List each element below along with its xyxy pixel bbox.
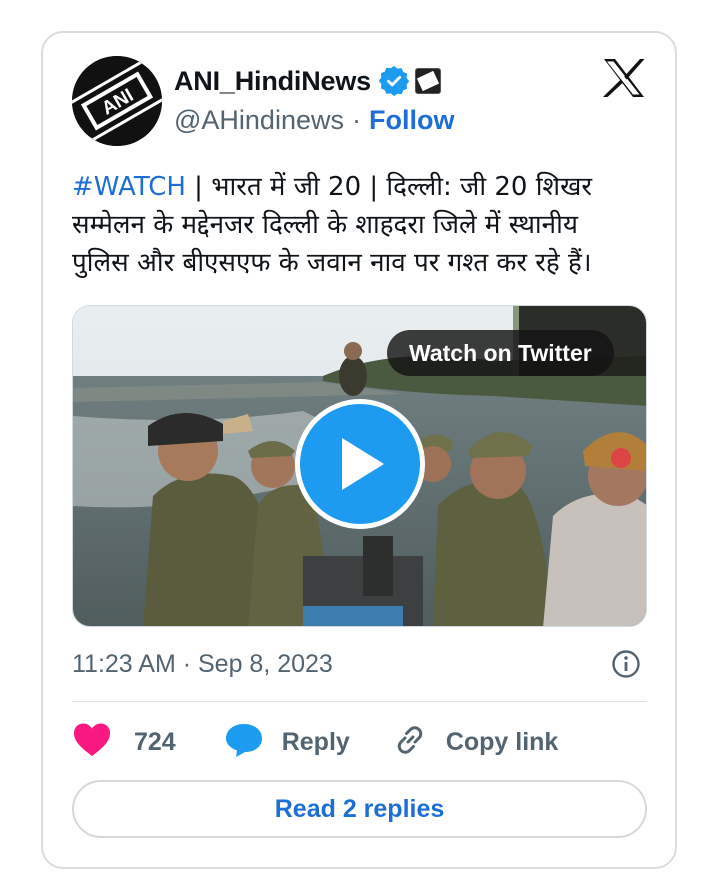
play-icon[interactable]: [295, 399, 425, 529]
like-button[interactable]: 724: [72, 722, 176, 763]
reply-bubble-icon: [224, 722, 264, 763]
read-replies-button[interactable]: Read 2 replies: [72, 780, 647, 838]
info-icon[interactable]: [611, 649, 641, 679]
divider: [72, 701, 647, 702]
copy-link-label: Copy link: [445, 727, 559, 756]
display-name[interactable]: ANI_HindiNews: [174, 66, 371, 97]
reply-button[interactable]: Reply: [224, 722, 350, 763]
tweet-meta-row: 11:23 AM · Sep 8, 2023: [72, 646, 647, 682]
hashtag-link[interactable]: #WATCH: [72, 172, 186, 202]
reply-label: Reply: [281, 727, 350, 756]
handle-separator: ·: [351, 104, 361, 135]
heart-icon: [72, 722, 112, 763]
watch-on-twitter-button[interactable]: Watch on Twitter: [387, 330, 614, 376]
x-logo-icon[interactable]: [602, 58, 646, 98]
verified-badge-icon: [378, 66, 410, 96]
like-count: 724: [134, 727, 176, 756]
follow-button[interactable]: Follow: [369, 105, 454, 136]
copy-link-button[interactable]: Copy link: [392, 722, 559, 763]
author-handle-row: @AHindinews · Follow: [174, 103, 454, 137]
tweet-timestamp[interactable]: 11:23 AM · Sep 8, 2023: [72, 650, 333, 679]
author-handle[interactable]: @AHindinews: [174, 105, 344, 136]
tweet-text: #WATCH | भारत में जी 20 | दिल्ली: जी 20 …: [72, 168, 632, 282]
video-player[interactable]: Watch on Twitter: [72, 305, 647, 627]
ani-affiliate-badge-icon: [414, 68, 441, 94]
tweet-actions: 724 Reply Copy link: [72, 720, 558, 764]
ani-logo-icon[interactable]: ANI: [72, 56, 162, 146]
author-name-row: ANI_HindiNews: [174, 63, 441, 99]
link-icon: [392, 722, 428, 763]
